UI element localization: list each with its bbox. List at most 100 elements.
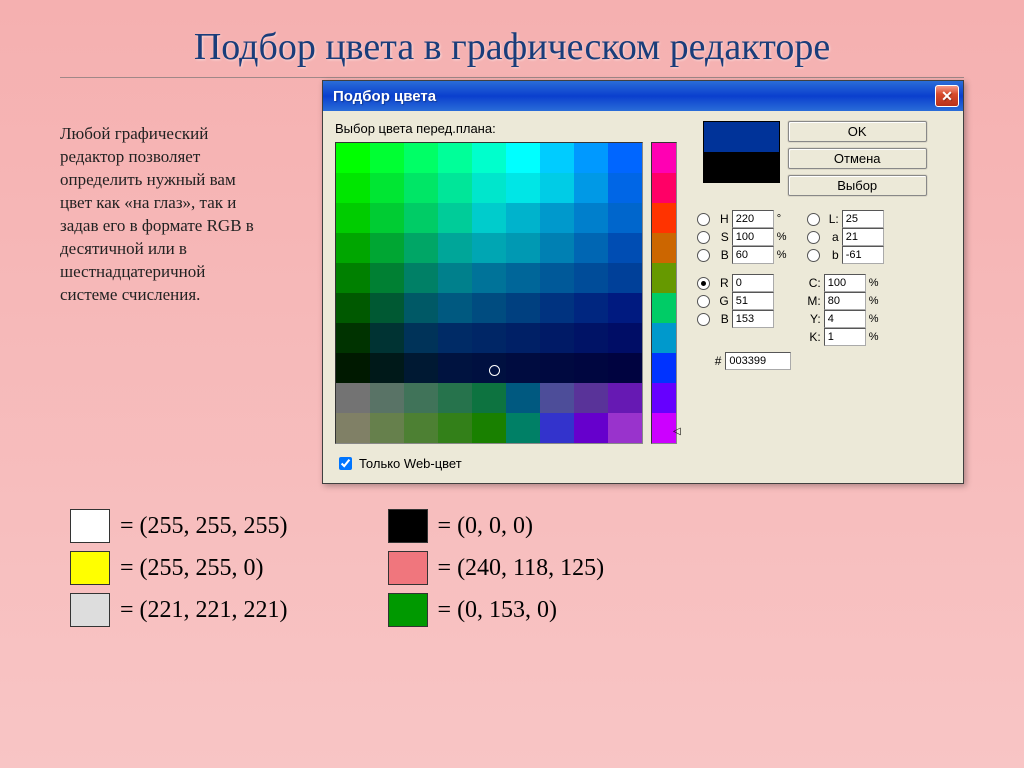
color-cell[interactable] bbox=[404, 383, 438, 413]
color-cell[interactable] bbox=[404, 143, 438, 173]
hue-slider[interactable] bbox=[651, 142, 677, 444]
color-cell[interactable] bbox=[336, 383, 370, 413]
color-cell[interactable] bbox=[404, 293, 438, 323]
color-cell[interactable] bbox=[472, 203, 506, 233]
color-cell[interactable] bbox=[608, 413, 642, 443]
color-cell[interactable] bbox=[506, 263, 540, 293]
color-cell[interactable] bbox=[506, 293, 540, 323]
field-l[interactable]: 25 bbox=[842, 210, 884, 228]
color-cell[interactable] bbox=[370, 263, 404, 293]
color-cell[interactable] bbox=[608, 203, 642, 233]
color-cell[interactable] bbox=[472, 323, 506, 353]
color-cell[interactable] bbox=[438, 233, 472, 263]
field-s[interactable]: 100 bbox=[732, 228, 774, 246]
color-cell[interactable] bbox=[506, 323, 540, 353]
ok-button[interactable]: OK bbox=[788, 121, 927, 142]
color-cell[interactable] bbox=[404, 173, 438, 203]
close-icon[interactable]: ✕ bbox=[935, 85, 959, 107]
color-cell[interactable] bbox=[506, 203, 540, 233]
color-cell[interactable] bbox=[608, 383, 642, 413]
color-cell[interactable] bbox=[506, 383, 540, 413]
color-cell[interactable] bbox=[336, 203, 370, 233]
hue-cell[interactable] bbox=[652, 233, 676, 263]
select-button[interactable]: Выбор bbox=[788, 175, 927, 196]
field-hex[interactable]: 003399 bbox=[725, 352, 791, 370]
hue-cell[interactable] bbox=[652, 323, 676, 353]
radio-a[interactable] bbox=[807, 231, 820, 244]
radio-lab-b[interactable] bbox=[807, 249, 820, 262]
color-cell[interactable] bbox=[370, 173, 404, 203]
color-cell[interactable] bbox=[472, 353, 506, 383]
color-cell[interactable] bbox=[404, 413, 438, 443]
color-cell[interactable] bbox=[472, 293, 506, 323]
field-m[interactable]: 80 bbox=[824, 292, 866, 310]
field-k[interactable]: 1 bbox=[824, 328, 866, 346]
field-a[interactable]: 21 bbox=[842, 228, 884, 246]
color-cell[interactable] bbox=[438, 323, 472, 353]
hue-cell[interactable] bbox=[652, 353, 676, 383]
color-cell[interactable] bbox=[608, 263, 642, 293]
color-cell[interactable] bbox=[574, 173, 608, 203]
color-cell[interactable] bbox=[574, 413, 608, 443]
color-cell[interactable] bbox=[540, 143, 574, 173]
hue-cell[interactable] bbox=[652, 263, 676, 293]
color-cell[interactable] bbox=[472, 173, 506, 203]
hue-cell[interactable] bbox=[652, 173, 676, 203]
color-cell[interactable] bbox=[540, 323, 574, 353]
radio-l[interactable] bbox=[807, 213, 820, 226]
color-cell[interactable] bbox=[574, 203, 608, 233]
color-cell[interactable] bbox=[574, 383, 608, 413]
color-cell[interactable] bbox=[370, 293, 404, 323]
color-cell[interactable] bbox=[336, 353, 370, 383]
hue-cell[interactable] bbox=[652, 293, 676, 323]
color-cell[interactable] bbox=[472, 263, 506, 293]
web-only-checkbox[interactable]: Только Web-цвет bbox=[335, 454, 685, 473]
color-cell[interactable] bbox=[438, 383, 472, 413]
color-cell[interactable] bbox=[438, 413, 472, 443]
color-cell[interactable] bbox=[370, 383, 404, 413]
color-cell[interactable] bbox=[608, 353, 642, 383]
color-cell[interactable] bbox=[438, 353, 472, 383]
color-cell[interactable] bbox=[608, 143, 642, 173]
hue-cell[interactable] bbox=[652, 143, 676, 173]
hue-cell[interactable] bbox=[652, 383, 676, 413]
color-cell[interactable] bbox=[370, 203, 404, 233]
color-cell[interactable] bbox=[404, 323, 438, 353]
radio-h[interactable] bbox=[697, 213, 710, 226]
color-cell[interactable] bbox=[438, 143, 472, 173]
color-cell[interactable] bbox=[506, 353, 540, 383]
color-cell[interactable] bbox=[370, 233, 404, 263]
color-cell[interactable] bbox=[336, 263, 370, 293]
color-cell[interactable] bbox=[336, 413, 370, 443]
color-cell[interactable] bbox=[438, 293, 472, 323]
color-cell[interactable] bbox=[540, 293, 574, 323]
color-cell[interactable] bbox=[438, 263, 472, 293]
color-cell[interactable] bbox=[574, 293, 608, 323]
color-cell[interactable] bbox=[336, 293, 370, 323]
color-cell[interactable] bbox=[574, 323, 608, 353]
color-cell[interactable] bbox=[404, 263, 438, 293]
field-lab-b[interactable]: -61 bbox=[842, 246, 884, 264]
radio-r[interactable] bbox=[697, 277, 710, 290]
color-cell[interactable] bbox=[472, 383, 506, 413]
color-cell[interactable] bbox=[472, 143, 506, 173]
radio-blue[interactable] bbox=[697, 313, 710, 326]
color-cell[interactable] bbox=[370, 143, 404, 173]
color-cell[interactable] bbox=[574, 263, 608, 293]
radio-g[interactable] bbox=[697, 295, 710, 308]
color-cell[interactable] bbox=[608, 233, 642, 263]
color-cell[interactable] bbox=[540, 413, 574, 443]
color-cell[interactable] bbox=[472, 233, 506, 263]
color-cell[interactable] bbox=[608, 323, 642, 353]
color-cell[interactable] bbox=[336, 173, 370, 203]
color-cell[interactable] bbox=[540, 263, 574, 293]
color-cell[interactable] bbox=[438, 203, 472, 233]
color-cell[interactable] bbox=[540, 353, 574, 383]
color-cell[interactable] bbox=[506, 143, 540, 173]
color-cell[interactable] bbox=[370, 353, 404, 383]
field-r[interactable]: 0 bbox=[732, 274, 774, 292]
color-cell[interactable] bbox=[540, 173, 574, 203]
cancel-button[interactable]: Отмена bbox=[788, 148, 927, 169]
color-grid[interactable] bbox=[335, 142, 643, 444]
color-cell[interactable] bbox=[540, 203, 574, 233]
